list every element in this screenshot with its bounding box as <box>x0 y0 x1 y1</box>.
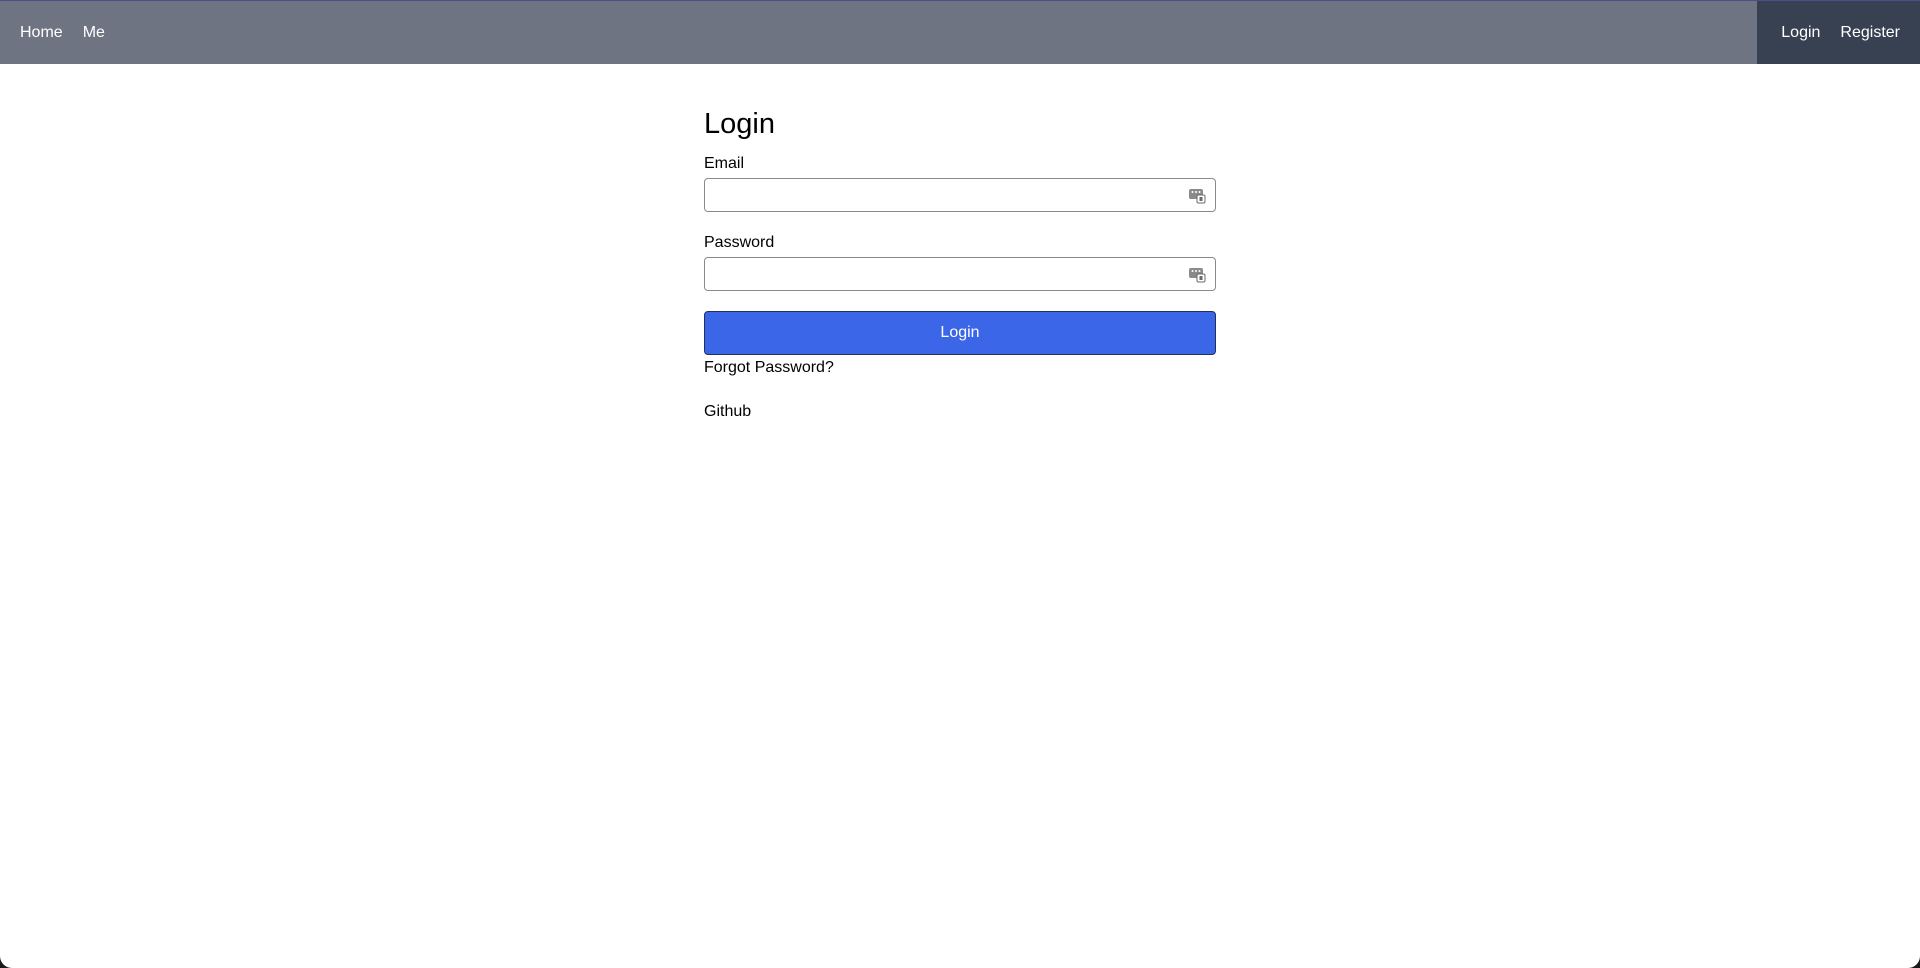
top-navbar: Home Me Login Register <box>0 0 1920 64</box>
browser-window: Home Me Login Register Login Email Passw… <box>0 0 1920 968</box>
nav-right-group: Login Register <box>1757 1 1920 64</box>
nav-me-link[interactable]: Me <box>73 24 115 42</box>
nav-home-link[interactable]: Home <box>0 24 73 42</box>
password-field[interactable] <box>704 257 1216 291</box>
page-title: Login <box>704 108 775 140</box>
password-autofill-icon[interactable] <box>1188 265 1206 283</box>
password-label: Password <box>704 234 775 251</box>
email-label: Email <box>704 155 745 172</box>
github-login-link[interactable]: Github <box>704 402 1216 422</box>
login-button[interactable]: Login <box>704 311 1216 355</box>
nav-register-link[interactable]: Register <box>1830 24 1910 42</box>
login-form: Login Email Password Login Forgot Passwo… <box>704 104 1216 422</box>
nav-left-group: Home Me <box>0 1 115 65</box>
forgot-password-link[interactable]: Forgot Password? <box>704 358 1216 378</box>
email-field-wrap <box>704 178 1216 212</box>
email-field[interactable] <box>704 178 1216 212</box>
password-field-wrap <box>704 257 1216 291</box>
password-autofill-icon[interactable] <box>1188 186 1206 204</box>
nav-login-link[interactable]: Login <box>1771 24 1830 42</box>
